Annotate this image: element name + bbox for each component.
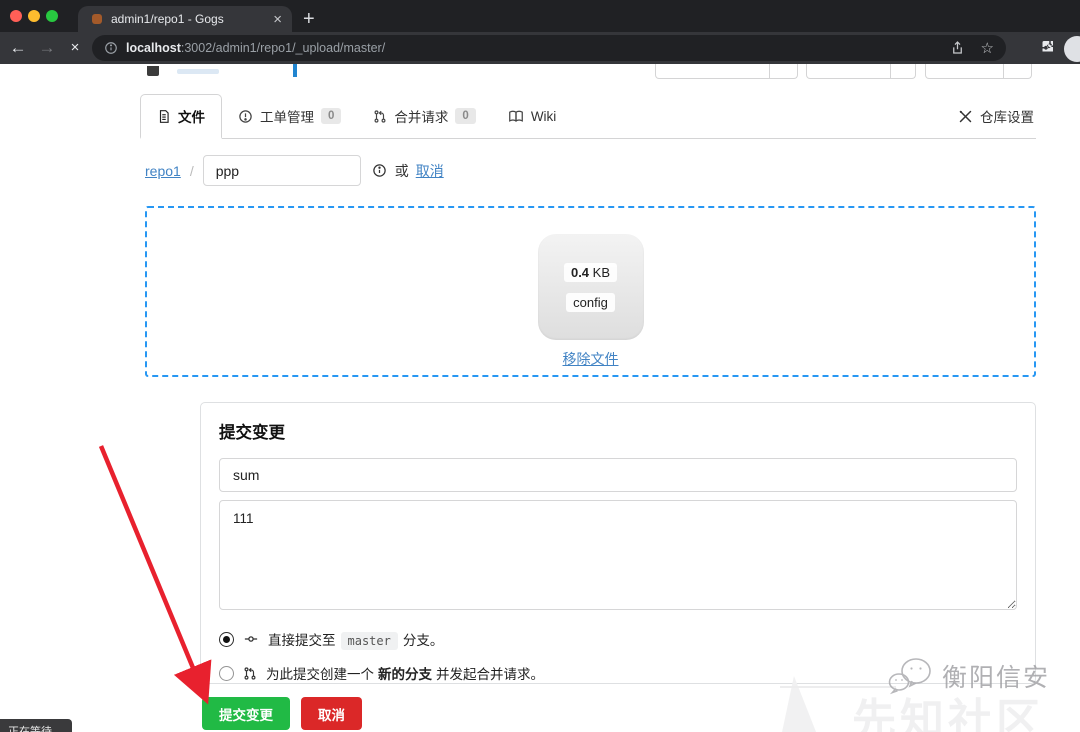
issue-icon [238,109,253,124]
file-icon [157,109,171,124]
tab-pull-requests-label: 合并请求 [394,106,448,126]
tab-issues-label: 工单管理 [260,106,314,126]
tab-files[interactable]: 文件 [140,94,222,139]
browser-tab[interactable]: admin1/repo1 - Gogs × [78,6,292,32]
forward-icon[interactable]: → [34,32,60,64]
commit-heading: 提交变更 [219,419,1017,443]
radio-new-branch[interactable] [219,666,234,681]
radio-direct-commit[interactable] [219,632,234,647]
repo-title-link-partial [177,69,219,74]
commit-summary-input[interactable] [219,458,1017,492]
back-icon[interactable]: ← [5,32,31,64]
path-separator: / [190,163,194,179]
tab-wiki[interactable]: Wiki [492,94,573,138]
repo-settings-label: 仓库设置 [980,106,1034,126]
commit-panel: 提交变更 111 直接提交至master分支。 为此提交创建一个新的分支并发起合… [200,402,1036,684]
url-path: :3002/admin1/repo1/_upload/master/ [181,41,385,55]
repo-root-link[interactable]: repo1 [145,163,181,179]
tab-title: admin1/repo1 - Gogs [111,12,267,26]
background-watermark-line [780,686,896,688]
tools-icon [958,109,973,124]
tab-favicon-icon [92,14,102,24]
share-icon[interactable] [950,40,965,56]
tab-pull-requests[interactable]: 合并请求 0 [357,94,491,138]
background-watermark-logo [782,676,828,732]
bookmark-star-icon[interactable]: ☆ [981,39,994,57]
macos-close-button[interactable] [10,10,22,22]
issues-count-badge: 0 [321,108,341,124]
tab-wiki-label: Wiki [531,109,557,124]
file-size: 0.4 KB [564,263,617,282]
tab-files-label: 文件 [178,106,205,126]
radio-row-direct-commit[interactable]: 直接提交至master分支。 [219,629,1017,649]
path-info-icon [372,163,387,178]
commit-changes-button[interactable]: 提交变更 [202,697,290,730]
site-info-icon[interactable] [104,41,118,55]
pull-requests-count-badge: 0 [455,108,475,124]
upload-path-bar: repo1 / 或 取消 [145,155,444,186]
pull-request-icon [373,109,387,124]
radio-direct-commit-label: 直接提交至master分支。 [268,629,443,649]
cancel-button[interactable]: 取消 [301,697,362,730]
macos-zoom-button[interactable] [46,10,58,22]
extensions-puzzle-icon[interactable] [1038,38,1056,56]
radio-row-new-branch[interactable]: 为此提交创建一个新的分支并发起合并请求。 [219,663,1017,683]
browser-titlebar: admin1/repo1 - Gogs × + [0,0,1080,32]
repo-header-blue-fragment [293,64,297,77]
tab-close-icon[interactable]: × [273,12,282,27]
macos-minimize-button[interactable] [28,10,40,22]
upload-dropzone[interactable]: 0.4 KB config 移除文件 [145,206,1036,377]
screen: admin1/repo1 - Gogs × + ← → × localhost:… [0,0,1080,732]
repo-lock-icon-partial [147,66,159,76]
watch-button-partial[interactable] [655,64,798,79]
directory-name-input[interactable] [203,155,361,186]
radio-new-branch-label: 为此提交创建一个新的分支并发起合并请求。 [266,663,544,683]
tab-issues[interactable]: 工单管理 0 [222,94,357,138]
background-watermark-text: 先知社区 [852,684,1044,732]
branch-name-chip: master [341,632,398,650]
wiki-book-icon [508,109,524,124]
file-size-unit: KB [589,265,610,280]
stop-loading-icon[interactable]: × [62,32,88,64]
git-commit-icon [243,632,259,646]
cancel-upload-link[interactable]: 取消 [416,161,444,181]
or-text: 或 [395,161,409,181]
commit-message-textarea[interactable]: 111 [219,500,1017,610]
star-button-partial[interactable] [806,64,916,79]
browser-status-tooltip: 正在等待... [0,719,72,732]
uploaded-file-card: 0.4 KB config [538,234,644,340]
form-actions: 提交变更 取消 [202,697,362,730]
url-text: localhost:3002/admin1/repo1/_upload/mast… [126,41,950,55]
new-tab-button[interactable]: + [303,6,315,32]
address-bar[interactable]: localhost:3002/admin1/repo1/_upload/mast… [92,35,1006,61]
file-name: config [566,293,615,312]
repo-settings-link[interactable]: 仓库设置 [958,94,1036,138]
repo-nav-tabs: 文件 工单管理 0 合并请求 0 [140,94,1036,139]
git-branch-icon [243,666,257,681]
file-size-value: 0.4 [571,265,589,280]
url-host: localhost [126,41,181,55]
fork-button-partial[interactable] [925,64,1032,79]
remove-file-link[interactable]: 移除文件 [563,349,619,369]
